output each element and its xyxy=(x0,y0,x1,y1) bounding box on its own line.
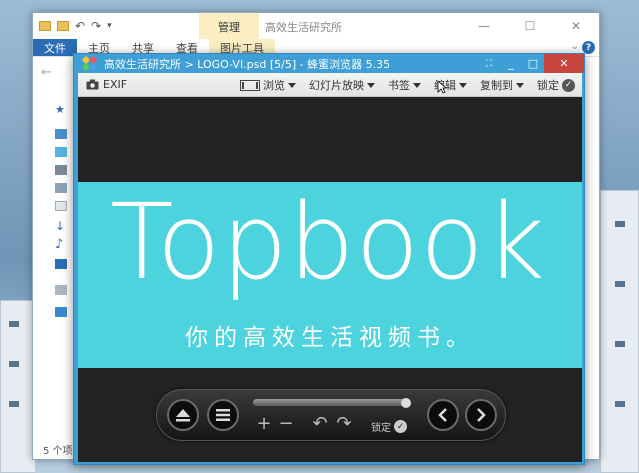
app-logo-icon xyxy=(81,55,98,72)
camera-icon xyxy=(86,79,99,90)
check-icon: ✓ xyxy=(562,78,575,92)
back-arrow-icon[interactable]: ← xyxy=(41,65,52,80)
explorer-navigation-pane: ★ ↓ ♪ xyxy=(33,89,73,445)
building-right xyxy=(600,190,639,473)
building-left xyxy=(0,300,36,473)
fullscreen-button[interactable]: ⛶ xyxy=(478,54,500,73)
quick-access-toolbar: ↶ ↷ ▾ xyxy=(33,19,112,33)
dropdown-caret-icon xyxy=(516,82,524,88)
explorer-titlebar[interactable]: ↶ ↷ ▾ 管理 高效生活研究所 — ☐ ✕ xyxy=(33,13,599,39)
minimize-button[interactable]: _ xyxy=(500,54,522,73)
viewer-toolbar: EXIF 浏览 幻灯片放映 书签 编辑 复制到 锁定 ✓ xyxy=(78,73,582,97)
copy-to-label: 复制到 xyxy=(480,79,513,92)
explorer-status-bar: 5 个项 xyxy=(43,446,73,457)
pictures-icon[interactable] xyxy=(55,183,67,193)
expand-ribbon-icon[interactable]: ⌄ xyxy=(571,41,579,52)
dropdown-caret-icon xyxy=(413,82,421,88)
menu-button[interactable] xyxy=(207,399,239,431)
documents-icon[interactable] xyxy=(55,201,67,211)
toolbar-menu: 浏览 幻灯片放映 书签 编辑 复制到 锁定 ✓ xyxy=(240,73,575,97)
image-slogan-text: 你的高效生活视频书。 xyxy=(185,325,475,351)
quick-access-star-icon[interactable]: ★ xyxy=(55,103,67,116)
bookmark-label: 书签 xyxy=(388,79,410,92)
chevron-right-icon xyxy=(477,408,486,422)
menu-icon xyxy=(216,409,230,421)
filmstrip-icon xyxy=(240,79,260,91)
mouse-cursor-icon xyxy=(437,80,447,94)
close-button[interactable]: ✕ xyxy=(553,13,599,39)
ribbon-tab-file[interactable]: 文件 xyxy=(33,39,77,56)
copy-to-menu[interactable]: 复制到 xyxy=(480,77,524,93)
exif-button[interactable]: EXIF xyxy=(78,78,127,91)
image-brand-text: Topbook xyxy=(110,181,546,303)
folder-icon xyxy=(39,21,51,31)
zoom-out-icon[interactable]: − xyxy=(277,414,295,434)
explorer-title: 高效生活研究所 xyxy=(265,21,342,34)
chevron-left-icon xyxy=(438,408,447,422)
desktop-icon[interactable] xyxy=(55,259,67,269)
bookmark-menu[interactable]: 书签 xyxy=(388,77,421,93)
image-canvas[interactable]: Topbook 你的高效生活视频书。 + − ↶ ↷ 锁定 ✓ xyxy=(78,97,582,462)
check-icon: ✓ xyxy=(394,420,407,433)
eject-button[interactable] xyxy=(167,399,199,431)
3d-objects-icon[interactable] xyxy=(55,147,67,157)
dropdown-caret-icon xyxy=(288,82,296,88)
downloads-icon[interactable]: ↓ xyxy=(55,219,67,233)
maximize-button[interactable]: ☐ xyxy=(507,13,553,39)
playback-control-bar: + − ↶ ↷ 锁定 ✓ xyxy=(156,389,506,441)
context-tab-manage[interactable]: 管理 xyxy=(199,13,259,39)
onedrive-icon[interactable] xyxy=(55,129,67,139)
videos-icon[interactable] xyxy=(55,165,67,175)
lock-label: 锁定 xyxy=(537,79,559,92)
lock-label: 锁定 xyxy=(371,423,391,434)
viewer-title: 高效生活研究所 > LOGO-VI.psd [5/5] - 蜂蜜浏览器 5.35 xyxy=(104,57,391,71)
rotate-left-icon[interactable]: ↶ xyxy=(311,414,329,434)
network-icon[interactable] xyxy=(55,307,67,317)
browse-menu[interactable]: 浏览 xyxy=(240,77,296,93)
explorer-window-controls: — ☐ ✕ xyxy=(461,13,599,39)
displayed-image: Topbook 你的高效生活视频书。 xyxy=(78,182,582,368)
redo-icon[interactable]: ↷ xyxy=(91,19,101,33)
dropdown-caret-icon xyxy=(367,82,375,88)
undo-icon[interactable]: ↶ xyxy=(75,19,85,33)
minimize-button[interactable]: — xyxy=(461,13,507,39)
rotate-right-icon[interactable]: ↷ xyxy=(335,414,353,434)
zoom-in-icon[interactable]: + xyxy=(255,414,273,434)
dropdown-caret-icon xyxy=(459,82,467,88)
slider-knob[interactable] xyxy=(401,398,411,408)
viewer-window-controls: ⛶ _ □ ✕ xyxy=(478,54,584,73)
slideshow-menu[interactable]: 幻灯片放映 xyxy=(309,77,375,93)
close-button[interactable]: ✕ xyxy=(544,54,584,73)
image-viewer-window[interactable]: 高效生活研究所 > LOGO-VI.psd [5/5] - 蜂蜜浏览器 5.35… xyxy=(73,53,585,465)
browse-label: 浏览 xyxy=(263,79,285,92)
progress-slider[interactable] xyxy=(253,399,409,406)
customize-dropdown-icon[interactable]: ▾ xyxy=(107,21,112,31)
viewer-titlebar[interactable]: 高效生活研究所 > LOGO-VI.psd [5/5] - 蜂蜜浏览器 5.35… xyxy=(74,54,584,73)
previous-button[interactable] xyxy=(427,399,459,431)
slideshow-label: 幻灯片放映 xyxy=(309,79,364,92)
next-button[interactable] xyxy=(465,399,497,431)
lock-toggle[interactable]: 锁定 ✓ xyxy=(537,77,575,93)
eject-icon xyxy=(176,409,190,422)
maximize-button[interactable]: □ xyxy=(522,54,544,73)
new-folder-icon[interactable] xyxy=(57,21,69,31)
music-icon[interactable]: ♪ xyxy=(55,237,67,252)
exif-label: EXIF xyxy=(103,78,128,91)
lock-toggle[interactable]: 锁定 ✓ xyxy=(371,419,407,434)
local-disk-icon[interactable] xyxy=(55,285,67,295)
